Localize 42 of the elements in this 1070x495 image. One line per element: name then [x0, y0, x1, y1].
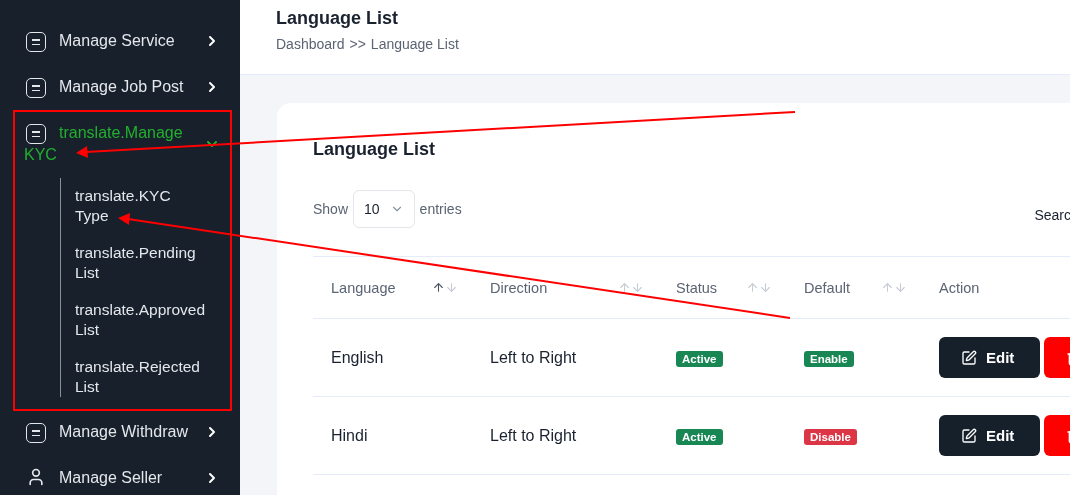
edit-button[interactable]: Edit — [939, 337, 1040, 378]
submenu-item[interactable]: translate.Rejected List — [75, 357, 200, 397]
list-icon — [26, 423, 46, 443]
user-icon — [26, 467, 46, 487]
column-header[interactable]: Default — [804, 279, 850, 296]
list-icon — [26, 32, 46, 52]
sort-icon[interactable] — [618, 281, 644, 294]
breadcrumb-separator: >> — [349, 36, 366, 52]
list-icon — [26, 78, 46, 98]
entries-label: entries — [419, 201, 462, 217]
card-title: Language List — [313, 139, 436, 160]
column-header[interactable]: Language — [331, 279, 396, 296]
table-cell: English — [331, 348, 384, 366]
status-badge: Active — [676, 428, 723, 445]
submenu-item[interactable]: translate.KYC Type — [75, 186, 195, 226]
table-cell: Left to Right — [490, 348, 577, 366]
sidebar-item[interactable]: translate.Manage KYC — [24, 122, 204, 166]
list-icon — [26, 124, 46, 144]
table-cell: Hindi — [331, 426, 368, 444]
page-title: Language List — [276, 8, 399, 29]
sidebar-item[interactable]: Manage Service — [24, 30, 204, 52]
edit-button[interactable]: Edit — [939, 415, 1040, 456]
breadcrumb-link[interactable]: Dashboard — [276, 36, 345, 52]
default-badge: Disable — [804, 428, 857, 445]
breadcrumb-current: Language List — [370, 36, 459, 52]
table-cell: Left to Right — [490, 426, 577, 444]
status-badge: Active — [676, 350, 723, 367]
column-header[interactable]: Status — [676, 279, 718, 296]
search-label: Searc — [1034, 207, 1070, 223]
submenu-item[interactable]: translate.Pending List — [75, 243, 196, 283]
sidebar-item[interactable]: Manage Withdraw — [24, 421, 204, 443]
edit-icon — [961, 427, 977, 444]
edit-icon — [961, 349, 977, 366]
column-header: Action — [939, 279, 980, 296]
entries-select[interactable]: 10 — [353, 190, 415, 228]
sidebar-item[interactable]: Manage Seller — [24, 467, 204, 489]
sidebar-item[interactable]: Manage Job Post — [24, 76, 204, 98]
submenu-item[interactable]: translate.Approved List — [75, 300, 206, 340]
sort-icon[interactable] — [432, 281, 458, 294]
show-label: Show — [313, 201, 349, 217]
column-header[interactable]: Direction — [490, 279, 548, 296]
default-badge: Enable — [804, 350, 854, 367]
